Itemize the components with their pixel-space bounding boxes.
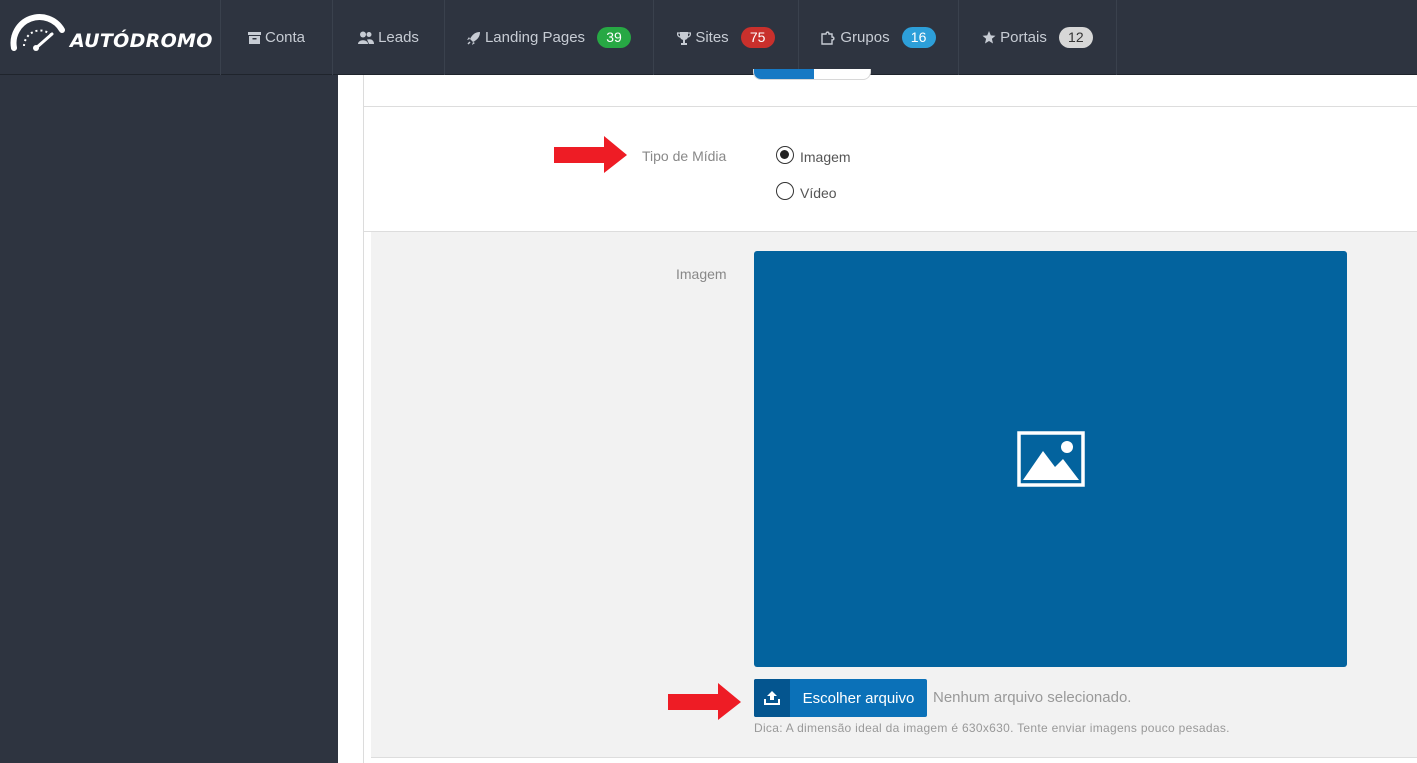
sidebar	[0, 75, 338, 763]
nav-item-portais[interactable]: Portais 12	[959, 0, 1117, 75]
nav-label: Portais	[1000, 29, 1047, 46]
speedometer-icon	[10, 14, 65, 51]
image-placeholder-icon	[1016, 431, 1085, 487]
nav-label: Landing Pages	[484, 29, 586, 46]
nav-label: Sites	[695, 29, 729, 46]
divider	[364, 106, 1417, 107]
radio-option-video[interactable]: Vídeo	[776, 181, 837, 201]
toggle-on-segment	[754, 69, 814, 79]
nav-label: Grupos	[840, 29, 890, 46]
nav-item-conta[interactable]: Conta	[221, 0, 333, 75]
rocket-icon	[466, 31, 481, 45]
annotation-arrow-icon	[668, 683, 741, 720]
trophy-icon	[677, 31, 692, 45]
nav-item-sites[interactable]: Sites 75	[654, 0, 799, 75]
brand-name: AUTÓDROMO	[70, 30, 213, 52]
count-badge: 75	[740, 27, 775, 48]
choose-file-label: Escolher arquivo	[802, 689, 915, 707]
upload-icon	[754, 679, 790, 717]
count-badge: 16	[901, 27, 936, 48]
brand-logo[interactable]: AUTÓDROMO	[0, 0, 221, 75]
puzzle-icon	[821, 30, 836, 45]
top-navbar: AUTÓDROMO Conta Leads Landing Pages 39 S…	[0, 0, 1417, 75]
image-label: Imagem	[676, 266, 727, 282]
radio-button[interactable]	[776, 182, 794, 200]
divider	[371, 757, 1417, 758]
image-preview	[754, 251, 1347, 667]
no-file-selected-text: Nenhum arquivo selecionado.	[933, 689, 1132, 706]
main-content: Tipo de Mídia Imagem Vídeo Imagem Escolh…	[338, 69, 1417, 763]
section-gutter	[364, 232, 371, 763]
star-icon	[982, 31, 996, 44]
nav-label: Leads	[378, 29, 419, 46]
radio-label: Vídeo	[800, 185, 837, 201]
radio-option-imagem[interactable]: Imagem	[776, 145, 851, 165]
nav-item-grupos[interactable]: Grupos 16	[799, 0, 959, 75]
archive-icon	[247, 31, 261, 44]
choose-file-button[interactable]: Escolher arquivo	[754, 679, 927, 717]
nav-item-leads[interactable]: Leads	[333, 0, 445, 75]
image-hint: Dica: A dimensão ideal da imagem é 630x6…	[754, 721, 1230, 735]
radio-label: Imagem	[800, 149, 851, 165]
radio-button-checked[interactable]	[776, 146, 794, 164]
nav-item-landing-pages[interactable]: Landing Pages 39	[445, 0, 654, 75]
users-icon	[358, 31, 375, 44]
media-type-label: Tipo de Mídia	[642, 148, 727, 164]
count-badge: 39	[597, 27, 632, 48]
annotation-arrow-icon	[554, 136, 627, 173]
toggle-switch[interactable]	[753, 69, 871, 80]
count-badge: 12	[1058, 27, 1093, 48]
nav-label: Conta	[264, 29, 306, 46]
